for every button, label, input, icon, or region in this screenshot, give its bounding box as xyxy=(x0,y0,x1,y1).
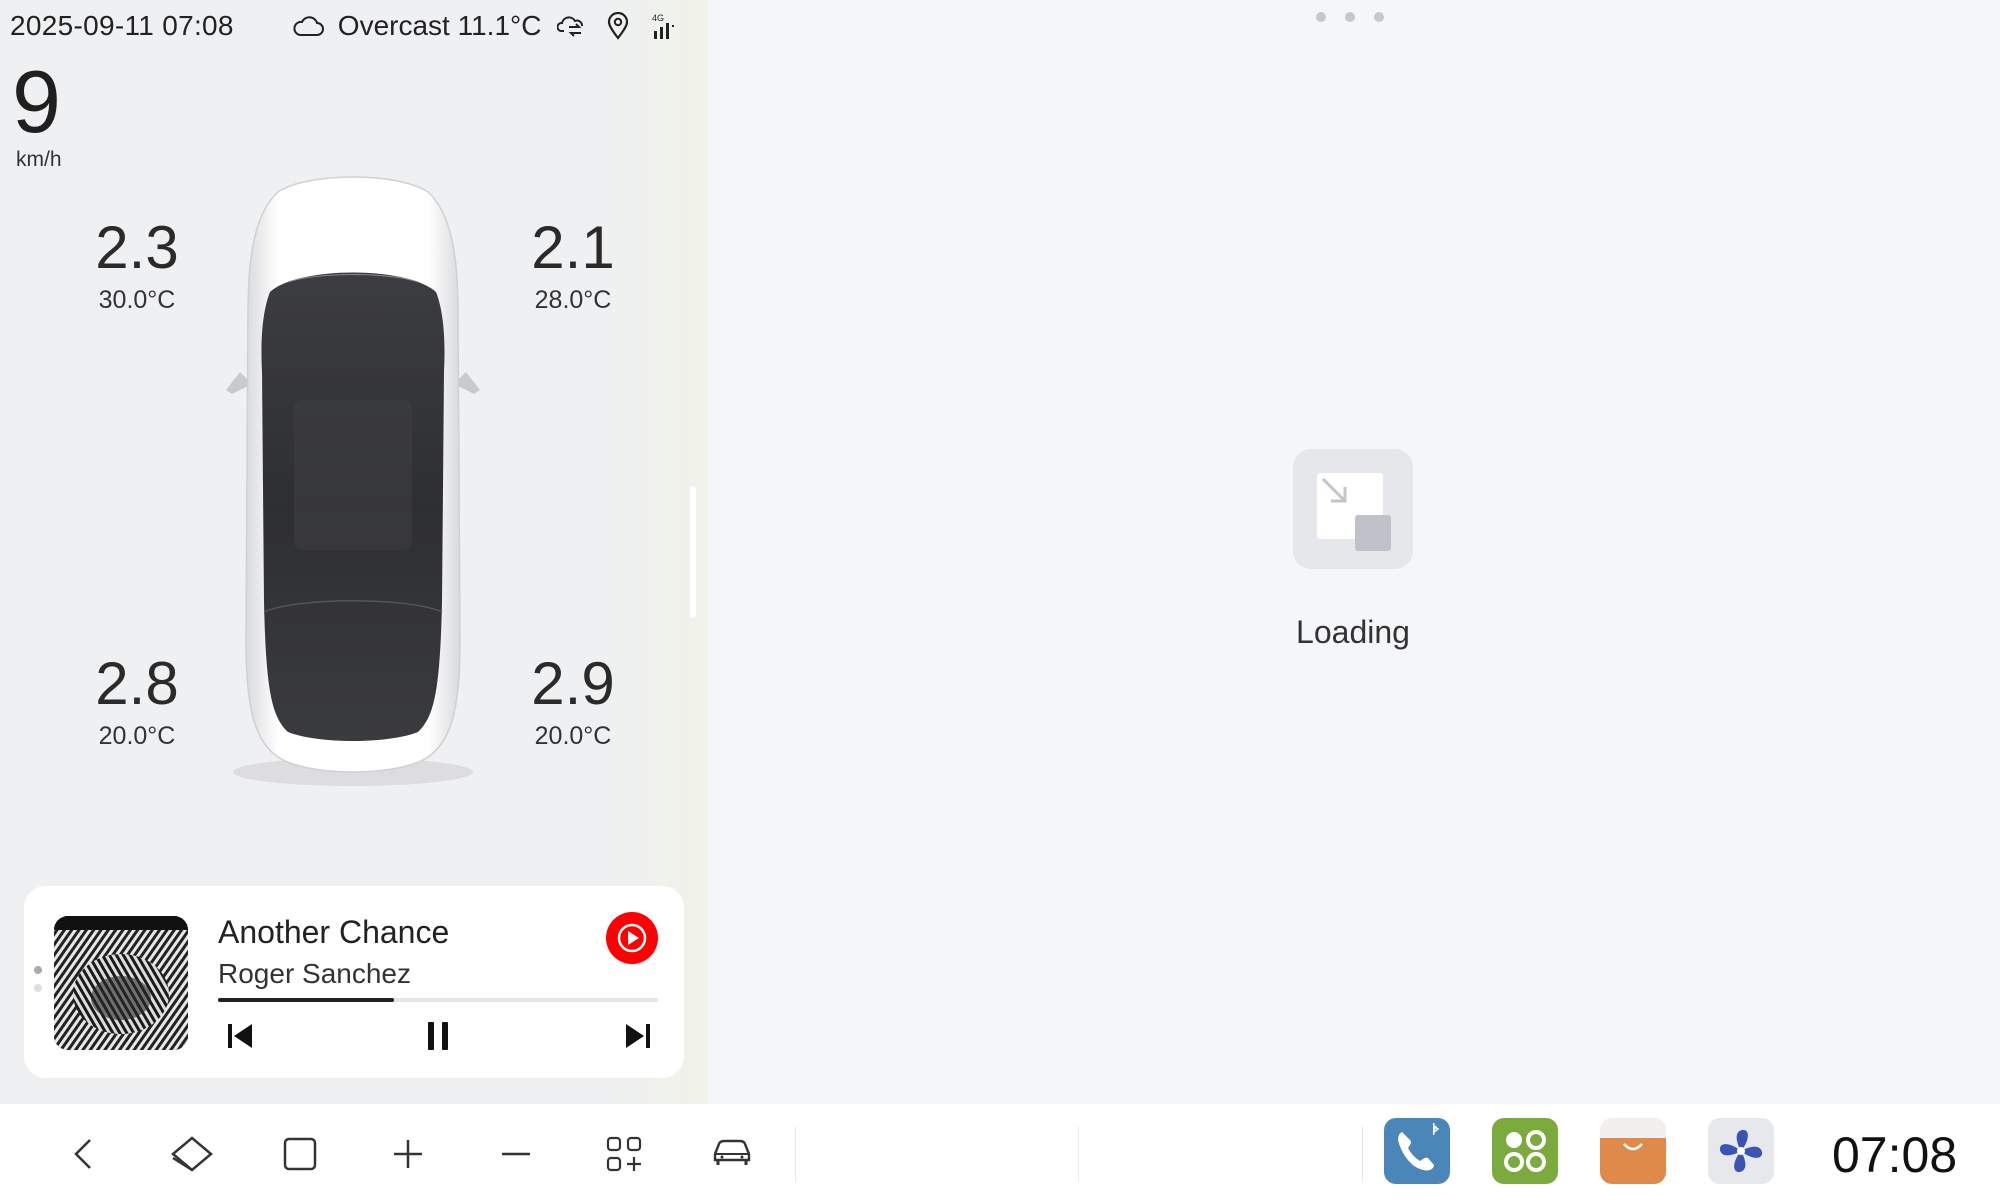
network-label: 4G xyxy=(652,13,664,23)
pause-button[interactable] xyxy=(418,1016,458,1056)
volume-down-icon xyxy=(502,1152,530,1156)
tire-pressure: 2.9 xyxy=(531,650,615,717)
tire-pressure: 2.3 xyxy=(95,214,179,281)
tire-pressure: 2.1 xyxy=(531,214,615,281)
tire-front-left: 2.3 30.0°C xyxy=(92,218,182,315)
fan-app-icon[interactable] xyxy=(1708,1118,1774,1184)
recents-icon xyxy=(283,1137,317,1171)
previous-track-button[interactable] xyxy=(220,1016,260,1056)
tire-temperature: 20.0°C xyxy=(98,722,176,750)
loading-placeholder-icon xyxy=(1293,449,1413,569)
tire-rear-right: 2.9 20.0°C xyxy=(528,654,618,751)
status-datetime: 2025-09-11 07:08 xyxy=(10,10,234,41)
weather-text: Overcast 11.1°C xyxy=(337,10,542,41)
card-page-indicator xyxy=(34,966,42,1002)
home-button[interactable] xyxy=(166,1128,218,1180)
tire-rear-left: 2.8 20.0°C xyxy=(92,654,182,751)
app-grid-icon[interactable] xyxy=(1492,1118,1558,1184)
volume-up-icon xyxy=(394,1140,422,1168)
panel-resize-handle[interactable] xyxy=(690,486,696,618)
skip-next-icon xyxy=(626,1024,650,1048)
home-icon xyxy=(171,1136,213,1172)
apps-add-icon xyxy=(606,1136,642,1172)
track-title: Another Chance xyxy=(218,914,450,950)
loading-label: Loading xyxy=(1296,614,1410,650)
signal-icon: 4G xyxy=(649,11,679,41)
skip-previous-icon xyxy=(228,1024,252,1048)
playback-progress-bar[interactable] xyxy=(218,998,658,1002)
volume-down-button[interactable] xyxy=(490,1128,542,1180)
tire-temperature: 30.0°C xyxy=(98,286,176,314)
store-app-icon[interactable] xyxy=(1600,1118,1666,1184)
album-art-image[interactable] xyxy=(54,916,188,1050)
media-player-card[interactable]: Another Chance Roger Sanchez xyxy=(24,886,684,1078)
screen: 2025-09-11 07:08 Overcast 11.1°C 4G 9 km… xyxy=(0,0,2000,1200)
speed-value: 9 xyxy=(12,52,61,151)
vehicle-panel: 2025-09-11 07:08 Overcast 11.1°C 4G 9 km… xyxy=(0,0,708,1104)
tire-pressure: 2.8 xyxy=(95,650,179,717)
pause-icon xyxy=(428,1022,448,1050)
tire-temperature: 28.0°C xyxy=(534,286,612,314)
status-bar: 2025-09-11 07:08 Overcast 11.1°C 4G xyxy=(10,8,700,44)
location-icon[interactable] xyxy=(603,11,633,41)
car-top-view-image xyxy=(226,176,480,786)
next-track-button[interactable] xyxy=(618,1016,658,1056)
cloud-icon xyxy=(293,16,324,36)
weather[interactable]: Overcast 11.1°C xyxy=(292,10,542,42)
page-indicator[interactable] xyxy=(1316,12,1403,22)
bottom-dock: 07:08 xyxy=(0,1104,2000,1200)
cloud-sync-icon[interactable] xyxy=(557,11,587,41)
back-button[interactable] xyxy=(58,1128,110,1180)
tire-temperature: 20.0°C xyxy=(534,722,612,750)
speed-unit: km/h xyxy=(16,148,62,171)
volume-up-button[interactable] xyxy=(382,1128,434,1180)
tire-front-right: 2.1 28.0°C xyxy=(528,218,618,315)
recents-button[interactable] xyxy=(274,1128,326,1180)
apps-add-button[interactable] xyxy=(598,1128,650,1180)
car-icon xyxy=(713,1139,751,1165)
phone-app-icon[interactable] xyxy=(1384,1118,1450,1184)
dock-clock: 07:08 xyxy=(1832,1127,1958,1183)
back-icon xyxy=(74,1139,91,1169)
car-button[interactable] xyxy=(706,1128,758,1180)
track-artist: Roger Sanchez xyxy=(218,958,412,989)
youtube-music-icon[interactable] xyxy=(606,912,658,964)
playback-progress-fill xyxy=(218,998,394,1002)
